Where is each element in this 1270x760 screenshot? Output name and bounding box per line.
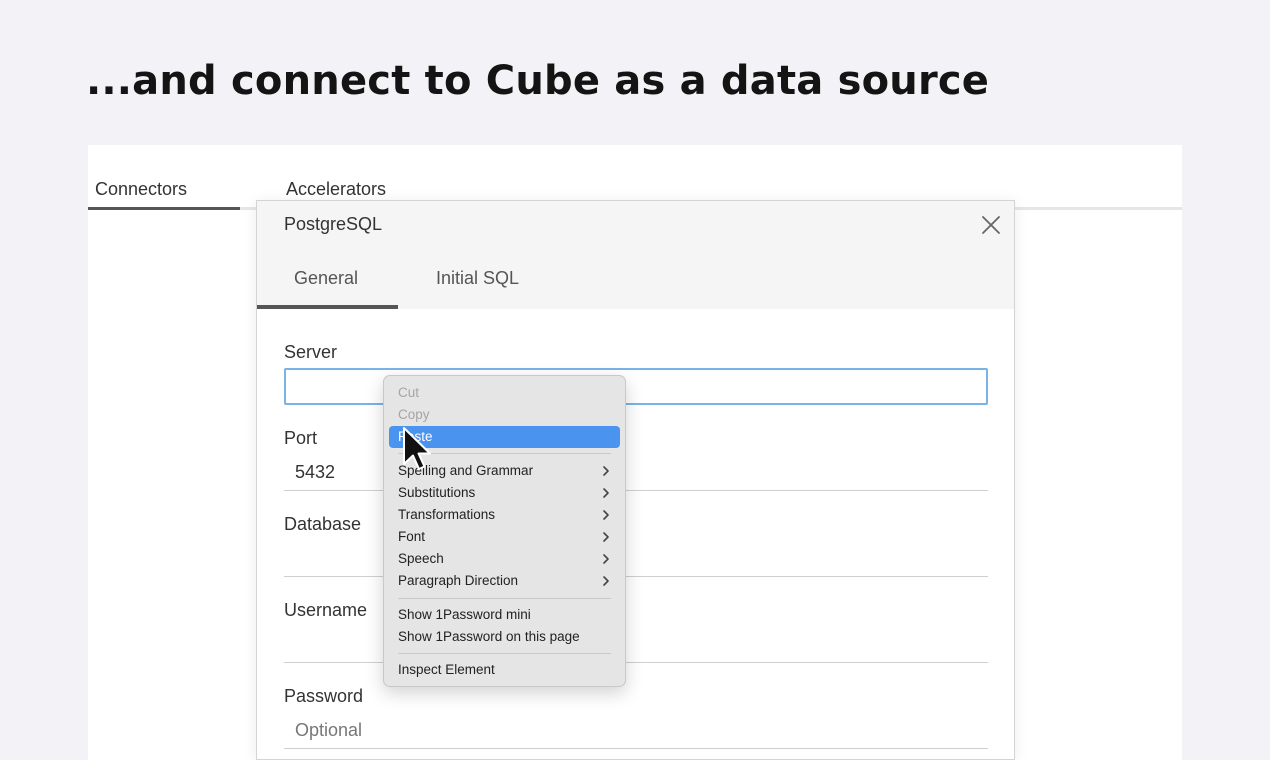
postgresql-dialog: PostgreSQL General Initial SQL Server Po…	[256, 200, 1015, 760]
headline: ...and connect to Cube as a data source	[86, 58, 990, 104]
menu-item-font[interactable]: Font	[384, 526, 625, 548]
menu-item-label: Font	[398, 529, 426, 544]
password-label: Password	[284, 686, 364, 706]
port-label: Port	[284, 428, 318, 448]
menu-item-label: Substitutions	[398, 485, 476, 500]
menu-item-paragraph-direction[interactable]: Paragraph Direction	[384, 570, 625, 592]
mouse-pointer-icon	[403, 427, 431, 470]
menu-item-transformations[interactable]: Transformations	[384, 504, 625, 526]
menu-item-speech[interactable]: Speech	[384, 548, 625, 570]
username-label: Username	[284, 600, 368, 620]
menu-separator	[398, 598, 611, 599]
close-icon	[982, 216, 1000, 234]
chevron-right-icon	[603, 510, 609, 520]
menu-item-show-1password-on-page[interactable]: Show 1Password on this page	[384, 626, 625, 648]
chevron-right-icon	[603, 532, 609, 542]
tab-general[interactable]: General	[294, 268, 358, 289]
menu-item-label: Paragraph Direction	[398, 573, 519, 588]
dialog-title: PostgreSQL	[284, 214, 383, 234]
menu-item-cut[interactable]: Cut	[384, 382, 625, 404]
menu-item-copy[interactable]: Copy	[384, 404, 625, 426]
menu-item-label: Transformations	[398, 507, 496, 522]
menu-item-substitutions[interactable]: Substitutions	[384, 482, 625, 504]
tab-initial-sql[interactable]: Initial SQL	[436, 268, 519, 289]
chevron-right-icon	[603, 488, 609, 498]
menu-item-show-1password-mini[interactable]: Show 1Password mini	[384, 604, 625, 626]
password-input[interactable]: Optional	[295, 720, 362, 741]
active-tab-indicator	[88, 207, 240, 210]
chevron-right-icon	[603, 576, 609, 586]
close-button[interactable]	[979, 213, 1003, 237]
password-input-underline	[284, 748, 988, 749]
server-label: Server	[284, 342, 338, 362]
port-input[interactable]: 5432	[295, 462, 335, 483]
menu-separator	[398, 653, 611, 654]
menu-item-label: Speech	[398, 551, 444, 566]
tab-connectors[interactable]: Connectors	[95, 179, 187, 200]
menu-item-inspect-element[interactable]: Inspect Element	[384, 659, 625, 681]
chevron-right-icon	[603, 466, 609, 476]
active-dialog-tab-indicator	[257, 305, 398, 309]
tab-accelerators[interactable]: Accelerators	[286, 179, 386, 200]
database-label: Database	[284, 514, 362, 534]
dialog-header: PostgreSQL General Initial SQL	[257, 201, 1014, 309]
context-menu: Cut Copy Paste Spelling and Grammar Subs…	[383, 375, 626, 687]
chevron-right-icon	[603, 554, 609, 564]
